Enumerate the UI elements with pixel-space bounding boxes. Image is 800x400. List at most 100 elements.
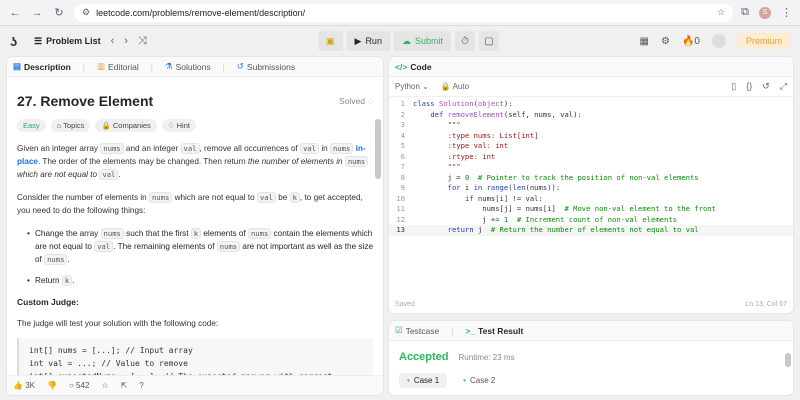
favorite-star-icon[interactable]: ☆	[101, 381, 108, 390]
problem-tags: Easy ⌂ Topics 🔒 Companies ♢ Hint	[17, 119, 373, 132]
description-tabs: ▤ Description | ▥ Editorial | ⚗ Solutions |…	[7, 57, 383, 77]
pass-dot-icon: •	[407, 376, 410, 385]
description-panel: ▤ Description | ▥ Editorial | ⚗ Solutions |…	[6, 56, 384, 396]
code-line: 10 if nums[i] != val:	[396, 193, 543, 203]
flask-icon: ⚗	[164, 61, 173, 71]
browser-menu-icon[interactable]: ⋮	[781, 6, 792, 19]
prev-problem-icon[interactable]: ‹	[111, 35, 115, 47]
code-line: 8 j = 0 # Pointer to track the position …	[400, 172, 699, 182]
fullscreen-icon[interactable]: ⤢	[780, 81, 787, 92]
profile-avatar[interactable]: S	[759, 6, 771, 19]
dislike-icon[interactable]: 👎	[47, 381, 57, 390]
case-2-tab[interactable]: • Case 2	[455, 373, 503, 388]
next-problem-icon[interactable]: ›	[124, 35, 128, 47]
bookmark-icon[interactable]: ▯	[731, 81, 736, 92]
auto-mode[interactable]: 🔒 Auto	[441, 82, 469, 91]
comments-button[interactable]: ○ 542	[69, 381, 89, 390]
code-line: 11 nums[j] = nums[i] # Move non-val elem…	[396, 204, 716, 213]
tab-solutions[interactable]: ⚗ Solutions	[165, 61, 211, 72]
check-circle-icon: ◌	[367, 96, 373, 106]
code-panel: </> Code Python ⌄ 🔒 Auto ▯ {} ↺ ⤢ 1 class …	[388, 56, 794, 314]
book-icon: ▥	[97, 61, 106, 71]
description-footer: 👍 3K 👎 ○ 542 ☆ ⇱ ?	[7, 375, 383, 395]
forward-icon[interactable]: →	[30, 6, 44, 20]
tab-code[interactable]: </> Code	[395, 62, 432, 72]
scrollbar-thumb[interactable]	[375, 119, 381, 179]
settings-icon[interactable]: ⚙	[661, 36, 670, 47]
list-item: Change the array nums such that the firs…	[27, 227, 373, 266]
tab-submissions[interactable]: ↺ Submissions	[237, 61, 295, 72]
extensions-icon[interactable]: ⧉	[741, 6, 749, 19]
tag-icon: ⌂	[56, 121, 62, 130]
code-tabs: </> Code	[389, 57, 793, 77]
scrollbar-thumb[interactable]	[785, 353, 791, 367]
description-paragraph-2: Consider the number of elements in nums …	[17, 192, 363, 215]
run-label: Run	[365, 36, 382, 46]
language-select[interactable]: Python ⌄	[395, 82, 429, 91]
companies-tag[interactable]: 🔒 Companies	[95, 119, 157, 132]
user-avatar[interactable]	[711, 34, 726, 48]
cursor-position: Ln 13, Col 67	[745, 300, 787, 308]
back-icon[interactable]: ←	[8, 6, 22, 20]
case-1-tab[interactable]: • Case 1	[399, 373, 448, 388]
help-icon[interactable]: ?	[139, 381, 143, 390]
lock-icon: 🔒	[440, 82, 451, 91]
tab-testcase[interactable]: ☑ Testcase	[395, 325, 439, 336]
reload-icon[interactable]: ↻	[52, 6, 66, 20]
reset-icon[interactable]: ↺	[762, 81, 770, 92]
run-button[interactable]: ▶ Run	[346, 31, 390, 51]
checkbox-icon: ☑	[395, 325, 403, 335]
share-icon[interactable]: ⇱	[121, 381, 128, 390]
timer-icon[interactable]: ⏱	[454, 31, 475, 51]
problem-list-label: Problem List	[46, 36, 101, 46]
braces-icon[interactable]: {}	[746, 81, 752, 92]
result-scrollbar[interactable]	[785, 345, 791, 395]
list-icon: ☰	[34, 35, 43, 46]
terminal-icon: >_	[465, 325, 476, 336]
pass-dot-icon: •	[463, 376, 466, 385]
notes-icon[interactable]: ▢	[478, 31, 499, 51]
result-panel: ☑ Testcase | >_ Test Result Accepted Runti…	[388, 320, 794, 396]
tab-description[interactable]: ▤ Description	[13, 61, 71, 72]
description-scrollbar[interactable]	[375, 103, 381, 375]
streak-counter[interactable]: 🔥0	[682, 36, 700, 47]
submit-label: Submit	[414, 36, 443, 46]
premium-button[interactable]: Premium	[737, 33, 790, 49]
streak-count: 0	[694, 35, 700, 47]
judge-text: The judge will test your solution with t…	[17, 319, 219, 328]
leetcode-logo-icon[interactable]: ʖ	[10, 34, 24, 49]
code-line: 12 j += 1 # Increment count of non-val e…	[396, 214, 677, 224]
bookmark-star-icon[interactable]: ☆	[717, 7, 725, 18]
lock-icon: 🔒	[101, 121, 111, 130]
judge-code-block: int[] nums = [...]; // Input array int v…	[17, 338, 373, 375]
bug-icon: ▣	[326, 35, 335, 46]
tab-editorial[interactable]: ▥ Editorial	[97, 61, 139, 72]
list-item: Return k.	[27, 274, 373, 287]
result-tabs: ☑ Testcase | >_ Test Result	[389, 321, 793, 341]
description-paragraph-1: Given an integer array nums and an integ…	[17, 142, 373, 181]
address-bar[interactable]: ⚙ leetcode.com/problems/remove-element/d…	[74, 3, 734, 22]
history-icon: ↺	[236, 61, 244, 71]
shuffle-icon[interactable]: ⤨	[138, 35, 147, 48]
code-line: 6 :rtype: int	[400, 151, 496, 161]
tab-test-result[interactable]: >_ Test Result	[465, 326, 523, 336]
topics-tag[interactable]: ⌂ Topics	[50, 119, 91, 132]
submit-button[interactable]: ☁ Submit	[393, 31, 451, 51]
cloud-upload-icon: ☁	[401, 35, 411, 46]
code-icon: </>	[395, 61, 408, 72]
code-editor[interactable]: 1 class Solution(object): 2 def removeEle…	[389, 97, 793, 292]
code-line: 4 :type nums: List[int]	[400, 130, 539, 140]
problem-list-button[interactable]: ☰ Problem List	[34, 36, 101, 47]
code-line: 3 """	[400, 120, 461, 129]
hint-tag[interactable]: ♢ Hint	[161, 119, 196, 132]
requirements-list: Change the array nums such that the firs…	[17, 227, 373, 287]
layout-icon[interactable]: ▦	[640, 36, 649, 47]
url-text: leetcode.com/problems/remove-element/des…	[96, 7, 306, 18]
difficulty-tag[interactable]: Easy	[17, 119, 46, 132]
browser-toolbar: ← → ↻ ⚙ leetcode.com/problems/remove-ele…	[0, 0, 800, 26]
like-button[interactable]: 👍 3K	[13, 381, 35, 390]
saved-status: Saved	[395, 300, 415, 308]
thumbs-up-icon: 👍	[13, 381, 23, 390]
debug-button[interactable]: ▣	[318, 31, 343, 51]
site-info-icon[interactable]: ⚙	[82, 7, 90, 18]
